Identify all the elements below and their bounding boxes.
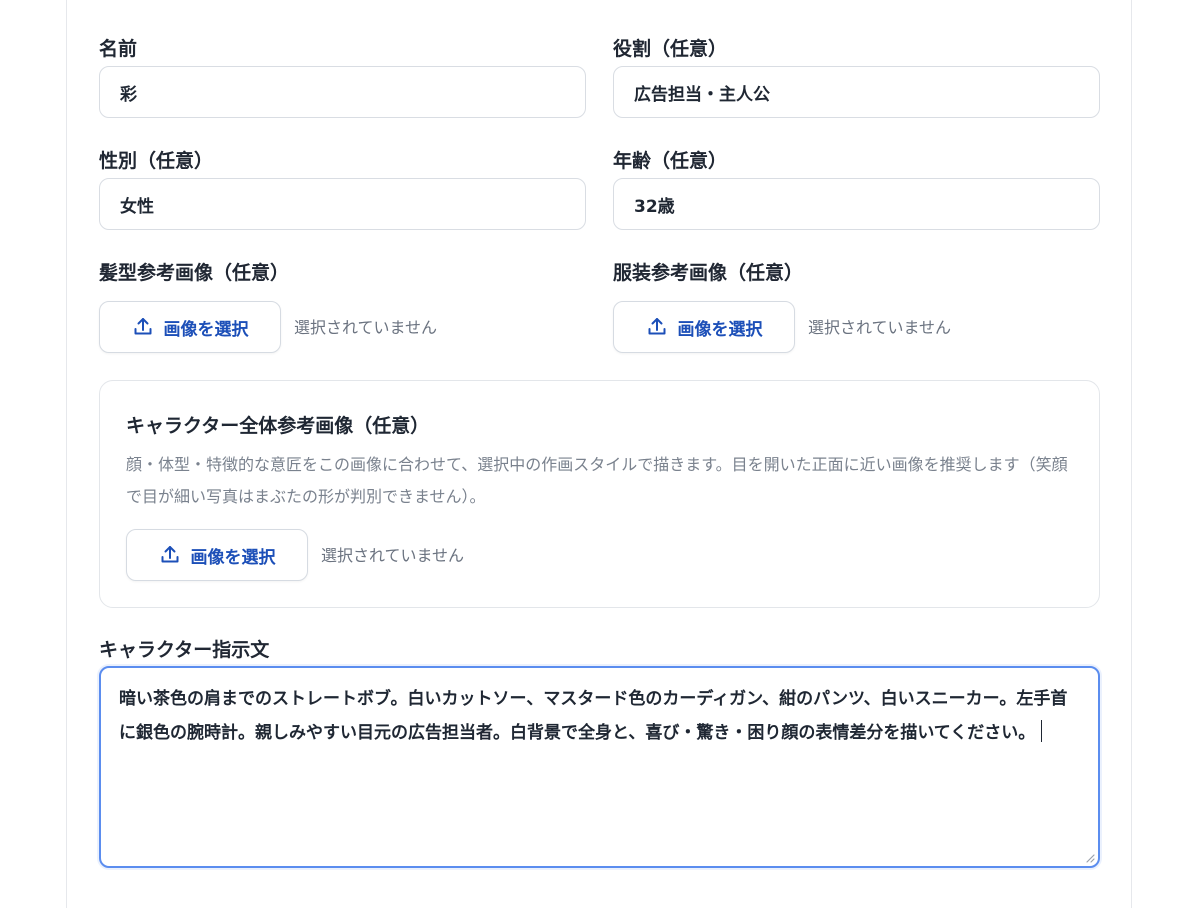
gender-label: 性別（任意） xyxy=(99,150,214,172)
prompt-textarea[interactable]: 暗い茶色の肩までのストレートボブ。白いカットソー、マスタード色のカーディガン、紺… xyxy=(99,666,1100,868)
gender-field[interactable] xyxy=(99,178,586,230)
full-ref-select-button[interactable]: 画像を選択 xyxy=(126,529,308,581)
hair-ref-status: 選択されていません xyxy=(294,318,438,337)
age-field[interactable] xyxy=(613,178,1100,230)
outfit-ref-select-button[interactable]: 画像を選択 xyxy=(613,301,795,353)
role-field[interactable] xyxy=(613,66,1100,118)
name-field[interactable] xyxy=(99,66,586,118)
resize-grip-icon[interactable] xyxy=(1083,851,1095,863)
text-caret xyxy=(1041,720,1043,742)
hair-ref-select-label: 画像を選択 xyxy=(163,319,249,340)
age-label: 年齢（任意） xyxy=(613,150,728,172)
role-label: 役割（任意） xyxy=(613,38,728,60)
upload-icon xyxy=(646,316,668,338)
prompt-text: 暗い茶色の肩までのストレートボブ。白いカットソー、マスタード色のカーディガン、紺… xyxy=(119,689,1068,743)
full-ref-description: 顔・体型・特徴的な意匠をこの画像に合わせて、選択中の作画スタイルで描きます。目を… xyxy=(126,455,1068,506)
hair-ref-select-button[interactable]: 画像を選択 xyxy=(99,301,281,353)
prompt-label: キャラクター指示文 xyxy=(99,639,270,661)
full-ref-select-label: 画像を選択 xyxy=(190,547,276,568)
name-label: 名前 xyxy=(99,38,138,60)
outfit-ref-status: 選択されていません xyxy=(808,318,952,337)
full-ref-status: 選択されていません xyxy=(321,546,465,565)
full-ref-title: キャラクター全体参考画像（任意） xyxy=(126,415,430,437)
full-ref-panel: キャラクター全体参考画像（任意） 顔・体型・特徴的な意匠をこの画像に合わせて、選… xyxy=(99,380,1100,608)
outfit-ref-label: 服装参考画像（任意） xyxy=(613,262,804,284)
upload-icon xyxy=(159,544,181,566)
outfit-ref-select-label: 画像を選択 xyxy=(677,319,763,340)
upload-icon xyxy=(132,316,154,338)
hair-ref-label: 髪型参考画像（任意） xyxy=(99,262,290,284)
